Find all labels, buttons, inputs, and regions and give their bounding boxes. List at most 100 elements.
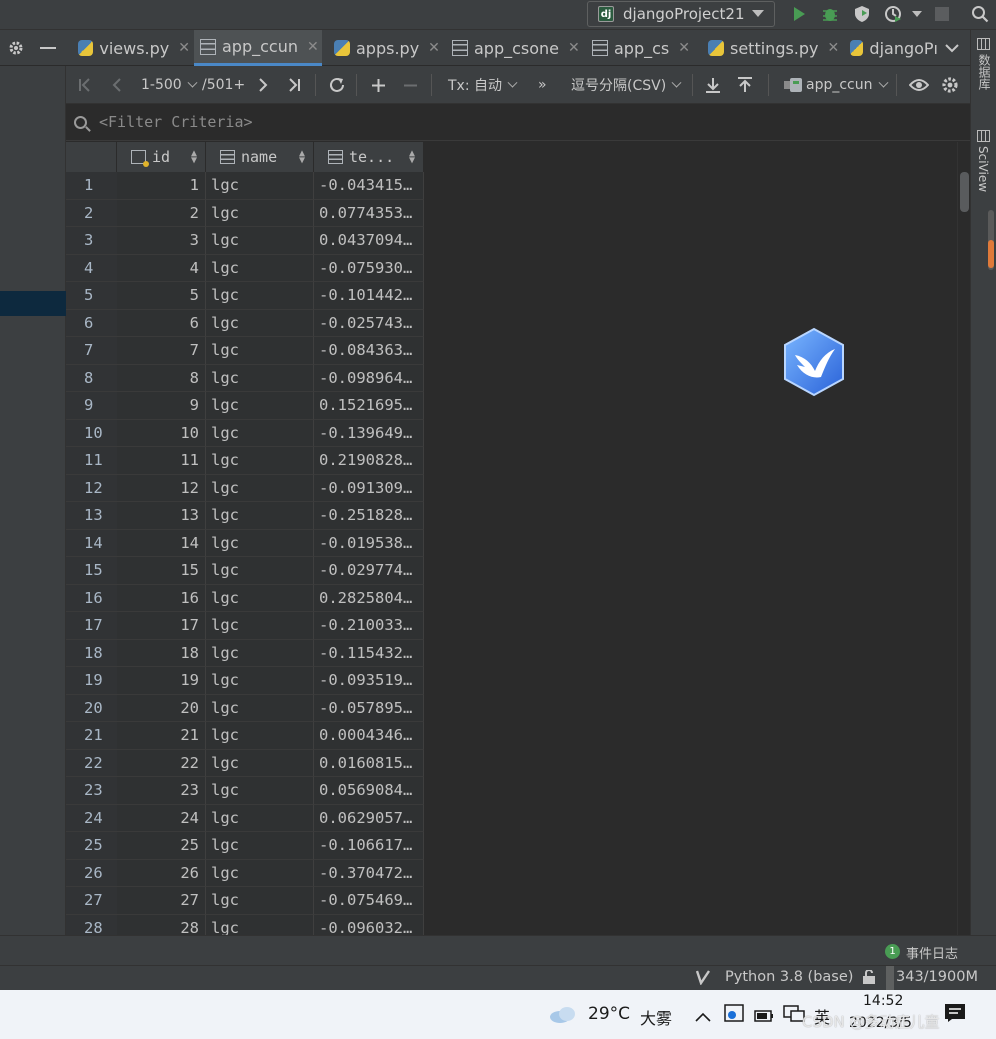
minimize-icon[interactable] [38, 38, 58, 58]
table-row[interactable]: 28 28 lgc -0.096032… [66, 914, 424, 935]
cell-te[interactable]: -0.139649… [314, 419, 424, 447]
cell-name[interactable]: lgc [206, 557, 314, 585]
selected-tree-item[interactable] [0, 291, 66, 316]
tab-app-csone[interactable]: app_csone ✕ [446, 30, 580, 66]
cell-name[interactable]: lgc [206, 639, 314, 667]
cell-name[interactable]: lgc [206, 667, 314, 695]
row-number-cell[interactable]: 4 [66, 254, 117, 282]
cell-te[interactable]: 0.2190828… [314, 447, 424, 475]
scrollbar-thumb[interactable] [960, 172, 969, 212]
column-header-te[interactable]: te... ▲ ▼ [314, 142, 424, 172]
close-icon[interactable]: ✕ [307, 39, 319, 55]
feishu-bird-icon[interactable] [781, 327, 847, 397]
cell-id[interactable]: 8 [117, 364, 206, 392]
stop-icon[interactable] [932, 4, 952, 24]
row-number-cell[interactable]: 28 [66, 914, 117, 935]
cell-id[interactable]: 2 [117, 199, 206, 227]
grid-vertical-scrollbar[interactable] [957, 142, 970, 935]
cell-id[interactable]: 5 [117, 282, 206, 310]
cell-id[interactable]: 18 [117, 639, 206, 667]
table-row[interactable]: 20 20 lgc -0.057895… [66, 694, 424, 722]
gear-icon[interactable] [6, 38, 26, 58]
table-row[interactable]: 19 19 lgc -0.093519… [66, 667, 424, 695]
row-number-cell[interactable]: 24 [66, 804, 117, 832]
search-everywhere-icon[interactable] [970, 4, 990, 24]
table-row[interactable]: 24 24 lgc 0.0629057… [66, 804, 424, 832]
table-row[interactable]: 4 4 lgc -0.075930… [66, 254, 424, 282]
cell-name[interactable]: lgc [206, 392, 314, 420]
tab-overflow-chevron-icon[interactable] [942, 38, 962, 58]
battery-icon[interactable] [754, 1007, 774, 1026]
tab-app-cs[interactable]: app_cs ✕ [586, 30, 698, 66]
sciview-tool-button[interactable]: SciView [976, 146, 990, 192]
table-row[interactable]: 11 11 lgc 0.2190828… [66, 447, 424, 475]
row-number-cell[interactable]: 22 [66, 749, 117, 777]
cell-name[interactable]: lgc [206, 804, 314, 832]
cell-id[interactable]: 14 [117, 529, 206, 557]
table-row[interactable]: 1 1 lgc -0.043415… [66, 172, 424, 200]
row-number-cell[interactable]: 14 [66, 529, 117, 557]
table-row[interactable]: 3 3 lgc 0.0437094… [66, 227, 424, 255]
run-icon[interactable] [789, 4, 809, 24]
cell-te[interactable]: -0.084363… [314, 337, 424, 365]
cell-id[interactable]: 21 [117, 722, 206, 750]
cell-te[interactable]: -0.025743… [314, 309, 424, 337]
cell-name[interactable]: lgc [206, 612, 314, 640]
row-number-cell[interactable]: 16 [66, 584, 117, 612]
cell-te[interactable]: -0.096032… [314, 914, 424, 935]
download-icon[interactable] [705, 74, 721, 96]
cell-te[interactable]: 0.1521695… [314, 392, 424, 420]
row-number-cell[interactable]: 10 [66, 419, 117, 447]
cell-te[interactable]: -0.091309… [314, 474, 424, 502]
tab-apps-py[interactable]: apps.py ✕ [328, 30, 440, 66]
sort-icon[interactable]: ▲ ▼ [299, 149, 305, 166]
cell-name[interactable]: lgc [206, 172, 314, 200]
cell-name[interactable]: lgc [206, 777, 314, 805]
memory-indicator[interactable]: 343/1900M [896, 969, 978, 985]
row-number-cell[interactable]: 8 [66, 364, 117, 392]
page-range-select[interactable]: 1-500 [141, 74, 198, 96]
cell-te[interactable]: -0.075469… [314, 887, 424, 915]
cell-id[interactable]: 26 [117, 859, 206, 887]
refresh-icon[interactable] [328, 74, 346, 96]
tab-django-project[interactable]: djangoPı [844, 30, 938, 66]
cell-name[interactable]: lgc [206, 694, 314, 722]
cell-te[interactable]: -0.075930… [314, 254, 424, 282]
cell-name[interactable]: lgc [206, 254, 314, 282]
cell-id[interactable]: 7 [117, 337, 206, 365]
datasource-select[interactable]: app_ccun [784, 74, 888, 96]
cell-id[interactable]: 16 [117, 584, 206, 612]
row-number-cell[interactable]: 21 [66, 722, 117, 750]
table-row[interactable]: 12 12 lgc -0.091309… [66, 474, 424, 502]
table-row[interactable]: 8 8 lgc -0.098964… [66, 364, 424, 392]
add-row-icon[interactable] [371, 74, 386, 96]
cell-id[interactable]: 27 [117, 887, 206, 915]
table-row[interactable]: 25 25 lgc -0.106617… [66, 832, 424, 860]
settings-gear-icon[interactable] [941, 74, 959, 96]
transaction-mode-select[interactable]: Tx: 自动 [448, 74, 518, 96]
cell-te[interactable]: 0.0437094… [314, 227, 424, 255]
debug-icon[interactable] [820, 4, 840, 24]
cell-id[interactable]: 6 [117, 309, 206, 337]
profile-icon[interactable] [883, 4, 903, 24]
cell-id[interactable]: 11 [117, 447, 206, 475]
row-number-cell[interactable]: 6 [66, 309, 117, 337]
table-row[interactable]: 14 14 lgc -0.019538… [66, 529, 424, 557]
row-number-cell[interactable]: 18 [66, 639, 117, 667]
editor-overview-scrollbar[interactable] [988, 210, 994, 270]
cell-name[interactable]: lgc [206, 832, 314, 860]
row-number-cell[interactable]: 27 [66, 887, 117, 915]
table-row[interactable]: 9 9 lgc 0.1521695… [66, 392, 424, 420]
row-number-cell[interactable]: 1 [66, 172, 117, 200]
cell-te[interactable]: 0.0629057… [314, 804, 424, 832]
first-page-icon[interactable] [78, 74, 92, 96]
cell-te[interactable]: -0.098964… [314, 364, 424, 392]
chevron-down-icon[interactable] [907, 4, 927, 24]
tab-views-py[interactable]: views.py ✕ [72, 30, 190, 66]
table-row[interactable]: 15 15 lgc -0.029774… [66, 557, 424, 585]
cell-name[interactable]: lgc [206, 419, 314, 447]
close-icon[interactable]: ✕ [568, 40, 580, 56]
cell-id[interactable]: 1 [117, 172, 206, 200]
cell-name[interactable]: lgc [206, 749, 314, 777]
table-row[interactable]: 23 23 lgc 0.0569084… [66, 777, 424, 805]
